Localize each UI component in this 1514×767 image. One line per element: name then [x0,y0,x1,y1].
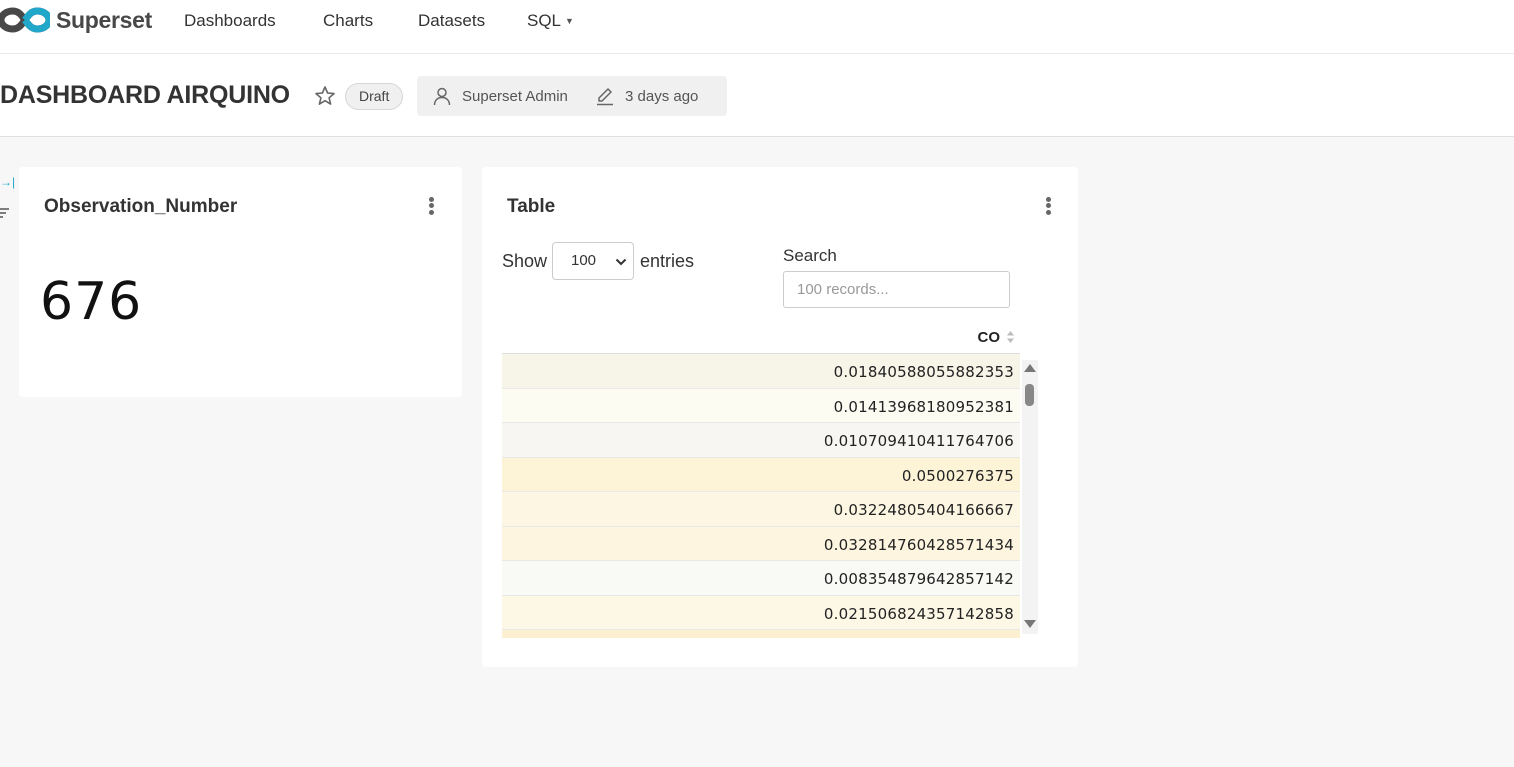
dashboard-metadata-bar: Superset Admin 3 days ago [417,76,727,116]
table-cell: 0.008354879642857142 [823,570,1014,588]
page-size-select[interactable]: 100 [552,242,634,280]
table-row: 0.032814760428571434 [502,526,1020,561]
sort-icon [1007,331,1014,343]
table-cell: 0.01413968180952381 [833,397,1014,416]
edit-pencil-icon [597,88,613,106]
star-icon[interactable] [313,84,337,108]
caret-down-icon: ▼ [565,16,574,26]
search-input[interactable] [783,271,1010,308]
table-row: 0.01840588055882353 [502,354,1020,389]
column-header-co[interactable]: CO [502,322,1020,354]
nav-datasets[interactable]: Datasets [418,11,485,31]
table-scrollbar[interactable] [1022,360,1038,634]
brand-logo[interactable]: Superset [0,5,152,35]
nav-sql-menu[interactable]: SQL ▼ [527,11,574,31]
table-row [502,630,1020,638]
big-number-value: 676 [40,272,143,332]
chart-title[interactable]: Observation_Number [44,196,237,218]
table-cell: 0.01840588055882353 [833,363,1014,381]
table-row: 0.0500276375 [502,457,1020,492]
table-row: 0.01413968180952381 [502,388,1020,423]
nav-sql-label: SQL [527,11,562,30]
table-row: 0.010709410411764706 [502,423,1020,458]
chart-title[interactable]: Table [507,196,555,218]
user-icon [433,87,451,106]
bignumber-chart-card: Observation_Number 676 [19,167,462,397]
filter-icon[interactable] [0,206,10,220]
table-cell: 0.032814760428571434 [823,535,1014,554]
chart-menu-kebab-icon[interactable] [1042,195,1054,219]
brand-name: Superset [56,6,153,33]
nav-dashboards[interactable]: Dashboards [184,11,276,31]
scroll-down-arrow-icon[interactable] [1024,620,1036,628]
scroll-up-arrow-icon[interactable] [1024,364,1036,372]
table-chart-card: Table Show 100 entries Search CO 0.01840… [482,167,1078,667]
entries-label: entries [640,251,695,271]
dashboard-header: DASHBOARD AIRQUINO Draft Superset Admin … [0,54,1514,137]
top-navbar: Superset Dashboards Charts Datasets SQL ▼ [0,0,1514,54]
table-cell: 0.03224805404166667 [833,501,1014,519]
dashboard-title[interactable]: DASHBOARD AIRQUINO [0,81,290,110]
table-row: 0.03224805404166667 [502,492,1020,527]
draft-status-badge[interactable]: Draft [345,83,404,110]
modified-time: 3 days ago [625,88,699,105]
table-cell: 0.021506824357142858 [823,604,1014,623]
page-size-value: 100 [571,252,597,269]
search-label: Search [783,246,837,265]
column-header-label: CO [977,329,1001,346]
table-row: 0.021506824357142858 [502,595,1020,630]
nav-charts[interactable]: Charts [323,11,373,31]
superset-logo-icon [0,7,50,33]
chevron-down-icon [615,258,627,266]
table-cell: 0.010709410411764706 [823,432,1014,450]
chart-menu-kebab-icon[interactable] [425,195,437,219]
table-row: 0.008354879642857142 [502,561,1020,596]
owner-name[interactable]: Superset Admin [462,88,568,105]
table-cell: 0.0500276375 [901,466,1014,485]
expand-filters-icon[interactable]: →| [0,175,15,189]
scrollbar-thumb[interactable] [1025,384,1034,406]
table-body: 0.01840588055882353 0.01413968180952381 … [502,354,1020,638]
show-label: Show [502,251,548,271]
